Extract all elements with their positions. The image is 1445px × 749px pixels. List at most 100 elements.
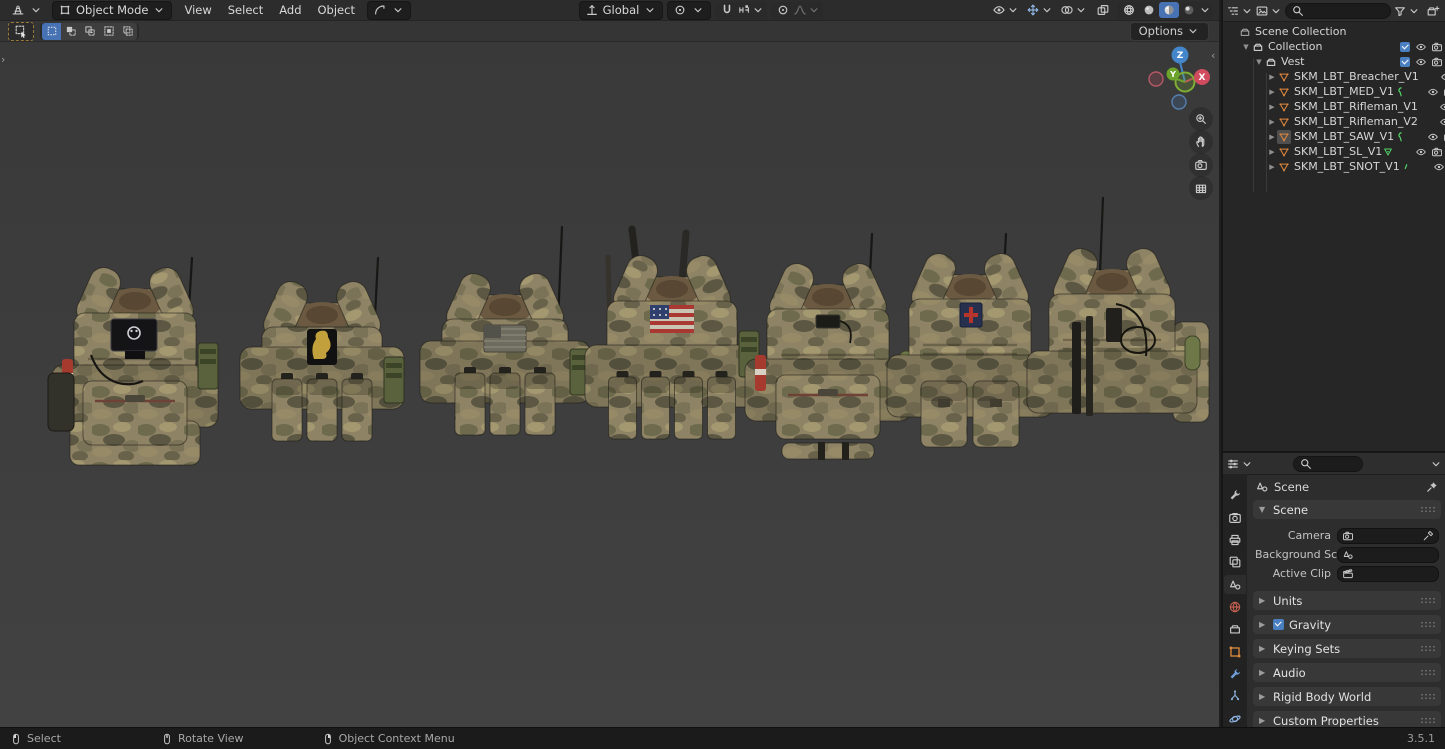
drag-handle[interactable] (1420, 717, 1435, 724)
panel-header-units[interactable]: ▶ Units (1253, 591, 1441, 610)
select-mode-extend[interactable] (61, 23, 80, 40)
properties-tab-output[interactable] (1224, 531, 1246, 549)
select-mode-invert[interactable] (99, 23, 118, 40)
render-visibility-toggle[interactable] (1430, 55, 1444, 69)
drag-handle[interactable] (1420, 597, 1435, 604)
disclosure-right-icon[interactable]: ▶ (1267, 103, 1277, 111)
mode-dropdown[interactable]: Object Mode (52, 1, 172, 20)
menu-object[interactable]: Object (310, 0, 363, 20)
hide-eye-toggle[interactable] (1438, 100, 1445, 114)
drag-handle[interactable] (1420, 621, 1435, 628)
disclosure-down-icon[interactable]: ▼ (1241, 43, 1251, 51)
select-mode-intersect[interactable] (118, 23, 137, 40)
property-field-active-clip[interactable] (1337, 566, 1439, 582)
properties-tab-scene[interactable] (1224, 575, 1246, 593)
properties-tab-particles[interactable] (1224, 687, 1246, 705)
outliner-row[interactable]: ▶SKM_LBT_Breacher_V1 (1223, 69, 1445, 84)
outliner-row[interactable]: ▼Vest (1223, 54, 1445, 69)
gizmos-dropdown[interactable] (1025, 2, 1055, 18)
panel-header-keying-sets[interactable]: ▶ Keying Sets (1253, 639, 1441, 658)
shading-solid-button[interactable] (1139, 2, 1159, 18)
render-visibility-toggle[interactable] (1430, 40, 1444, 54)
outliner-row[interactable]: ▶SKM_LBT_SL_V1 (1223, 144, 1445, 159)
vest-model-3[interactable] (420, 227, 590, 435)
hide-eye-toggle[interactable] (1432, 160, 1445, 174)
perspective-toggle-button[interactable] (1189, 176, 1213, 200)
outliner-row[interactable]: Scene Collection (1223, 24, 1445, 39)
exclude-checkbox[interactable] (1400, 42, 1410, 52)
render-visibility-toggle[interactable] (1430, 145, 1444, 159)
pivot-dropdown[interactable] (667, 1, 711, 20)
drag-handle[interactable] (1420, 645, 1435, 652)
hide-eye-toggle[interactable] (1414, 55, 1428, 69)
disclosure-right-icon[interactable]: ▶ (1267, 148, 1277, 156)
sidebar-toggle-arrow[interactable]: ‹ (1211, 50, 1215, 61)
hide-eye-toggle[interactable] (1438, 115, 1445, 129)
outliner-row[interactable]: ▶SKM_LBT_MED_V1 (1223, 84, 1445, 99)
vest-model-7[interactable] (1027, 198, 1209, 422)
property-field-camera[interactable] (1337, 528, 1439, 544)
object-visibility-dropdown[interactable] (991, 2, 1021, 18)
drag-handle[interactable] (1420, 693, 1435, 700)
editor-type-button[interactable] (6, 2, 48, 19)
property-field-background-sc-[interactable] (1337, 547, 1439, 563)
properties-search-input[interactable] (1316, 458, 1357, 470)
properties-tab-tool[interactable] (1224, 486, 1246, 504)
menu-add[interactable]: Add (271, 0, 309, 20)
hide-eye-toggle[interactable] (1426, 85, 1440, 99)
active-tool-dropdown[interactable] (367, 1, 411, 20)
orientation-dropdown[interactable]: Global (579, 1, 664, 20)
hide-eye-toggle[interactable] (1439, 70, 1445, 84)
outliner-filter-dropdown[interactable] (1394, 3, 1420, 19)
active-tool-button[interactable] (8, 22, 34, 41)
hide-eye-toggle[interactable] (1414, 145, 1428, 159)
panel-header-gravity[interactable]: ▶ Gravity (1253, 615, 1441, 634)
disclosure-right-icon[interactable]: ▶ (1267, 163, 1277, 171)
vest-model-4[interactable] (585, 229, 759, 439)
drag-handle[interactable] (1420, 669, 1435, 676)
zoom-button[interactable] (1189, 107, 1213, 131)
menu-select[interactable]: Select (220, 0, 271, 20)
properties-editor-type-button[interactable] (1227, 456, 1253, 472)
outliner-display-mode-dropdown[interactable] (1256, 3, 1282, 19)
properties-tab-render[interactable] (1224, 508, 1246, 526)
select-mode-set[interactable] (42, 23, 61, 40)
outliner-row[interactable]: ▶SKM_LBT_SAW_V1 (1223, 129, 1445, 144)
shading-material-button[interactable] (1159, 2, 1179, 18)
overlays-dropdown[interactable] (1059, 2, 1089, 18)
shading-dropdown[interactable] (1199, 2, 1211, 18)
xray-toggle[interactable] (1093, 2, 1113, 18)
properties-tab-physics[interactable] (1224, 710, 1246, 728)
properties-tab-modifiers[interactable] (1224, 665, 1246, 683)
shading-rendered-button[interactable] (1179, 2, 1199, 18)
shading-wireframe-button[interactable] (1119, 2, 1139, 18)
vest-model-6[interactable] (887, 234, 1053, 447)
vest-model-1[interactable] (48, 258, 218, 465)
outliner-search-input[interactable] (1308, 5, 1385, 17)
properties-tab-world[interactable] (1224, 598, 1246, 616)
proportional-falloff-dropdown[interactable] (793, 2, 821, 18)
menu-view[interactable]: View (176, 0, 219, 20)
panel-header-audio[interactable]: ▶ Audio (1253, 663, 1441, 682)
snap-target-dropdown[interactable] (737, 2, 765, 18)
panel-header-rigid-body-world[interactable]: ▶ Rigid Body World (1253, 687, 1441, 706)
select-mode-subtract[interactable] (80, 23, 99, 40)
outliner-row[interactable]: ▶SKM_LBT_SNOT_V1 (1223, 159, 1445, 174)
hide-eye-toggle[interactable] (1414, 40, 1428, 54)
pan-button[interactable] (1189, 130, 1213, 154)
snap-toggle[interactable] (717, 2, 737, 18)
exclude-checkbox[interactable] (1400, 57, 1410, 67)
properties-tab-view-layer[interactable] (1224, 553, 1246, 571)
panel-header-scene[interactable]: ▼Scene (1253, 500, 1441, 519)
outliner-row[interactable]: ▼Collection (1223, 39, 1445, 54)
outliner-row[interactable]: ▶SKM_LBT_Rifleman_V1 (1223, 99, 1445, 114)
vest-model-2[interactable] (240, 258, 404, 441)
vest-model-5[interactable] (745, 234, 914, 460)
properties-tab-collection[interactable] (1224, 620, 1246, 638)
disclosure-right-icon[interactable]: ▶ (1267, 118, 1277, 126)
toolbar-toggle-arrow[interactable]: › (1, 54, 5, 65)
outliner-row[interactable]: ▶SKM_LBT_Rifleman_V2 (1223, 114, 1445, 129)
gravity-checkbox[interactable] (1273, 619, 1284, 630)
properties-tab-object[interactable] (1224, 643, 1246, 661)
navigation-gizmo[interactable]: Z Y X (1146, 44, 1216, 116)
